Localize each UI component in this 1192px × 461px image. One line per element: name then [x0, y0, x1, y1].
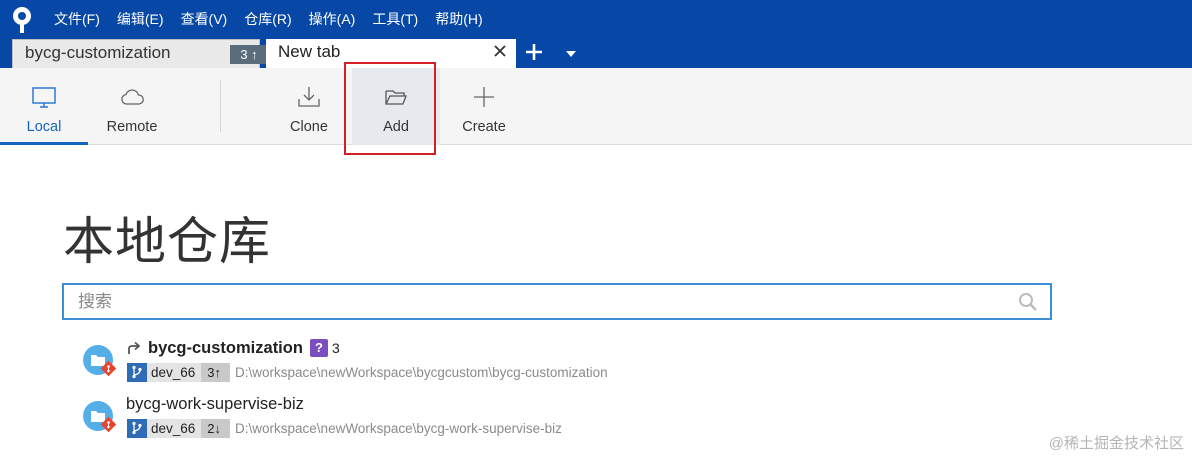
git-repo-icon	[83, 345, 117, 377]
create-label: Create	[462, 119, 506, 135]
toolbar-divider	[220, 80, 221, 132]
search-input[interactable]	[78, 289, 978, 314]
tab-bycg-customization[interactable]: bycg-customization 3 ↑	[12, 39, 268, 68]
search-box[interactable]	[62, 283, 1052, 320]
behind-count: 2↓	[201, 418, 231, 438]
sourcetree-logo-icon	[13, 7, 31, 33]
repo-name: bycg-work-supervise-biz	[126, 394, 304, 413]
page-title: 本地仓库	[63, 213, 272, 270]
watermark: @稀土掘金技术社区	[1048, 435, 1184, 452]
branch-icon	[127, 418, 147, 438]
branch-name: dev_66	[147, 418, 202, 438]
repo-path: D:\workspace\newWorkspace\bycgcustom\byc…	[235, 364, 608, 380]
branch-icon	[127, 362, 147, 382]
remote-button[interactable]: Remote	[88, 68, 176, 145]
menu-repository[interactable]: 仓库(R)	[244, 9, 291, 29]
menu-tools[interactable]: 工具(T)	[372, 9, 418, 29]
local-label: Local	[26, 119, 62, 135]
repo-path: D:\workspace\newWorkspace\bycg-work-supe…	[235, 420, 562, 436]
local-button[interactable]: Local	[0, 68, 88, 145]
list-item[interactable]: bycg-work-supervise-biz dev_66 2↓ D:\wor…	[82, 392, 782, 440]
toolbar: Local Remote Clone Add Create	[0, 68, 1192, 145]
remote-label: Remote	[106, 119, 158, 135]
close-icon[interactable]	[492, 43, 508, 59]
ahead-count: 3↑	[201, 362, 231, 382]
highlight-box	[344, 62, 436, 155]
redirect-arrow-icon	[128, 341, 141, 354]
branch-name: dev_66	[147, 362, 202, 382]
menu-view[interactable]: 查看(V)	[181, 9, 228, 29]
menu-help[interactable]: 帮助(H)	[435, 9, 482, 29]
menu-edit[interactable]: 编辑(E)	[117, 9, 164, 29]
repo-meta: dev_66 2↓ D:\workspace\newWorkspace\bycg…	[127, 418, 562, 438]
ahead-count-badge: 3 ↑	[230, 45, 268, 64]
menu-actions[interactable]: 操作(A)	[309, 9, 356, 29]
chevron-down-icon[interactable]	[565, 50, 577, 58]
cloud-icon	[121, 89, 144, 105]
unknown-status-badge: ?	[309, 339, 328, 357]
title-bar: 文件(F) 编辑(E) 查看(V) 仓库(R) 操作(A) 工具(T) 帮助(H…	[0, 0, 1192, 68]
clone-label: Clone	[290, 119, 328, 135]
menu-file[interactable]: 文件(F)	[54, 9, 100, 29]
list-item[interactable]: bycg-customization ? 3 dev_66 3↑ D:\work…	[82, 336, 782, 384]
repo-name-row: bycg-customization ? 3	[126, 337, 340, 359]
monitor-icon	[32, 87, 56, 108]
git-repo-icon	[83, 401, 117, 433]
create-button[interactable]: Create	[440, 68, 528, 145]
tab-label: bycg-customization	[25, 43, 171, 62]
menu-bar: 文件(F) 编辑(E) 查看(V) 仓库(R) 操作(A) 工具(T) 帮助(H…	[54, 9, 500, 29]
repo-name-row: bycg-work-supervise-biz	[126, 393, 304, 415]
change-count: 3	[331, 340, 340, 356]
download-icon	[298, 87, 320, 107]
add-tab-icon[interactable]	[524, 42, 544, 62]
repo-name: bycg-customization	[148, 338, 303, 357]
search-icon[interactable]	[1018, 292, 1038, 312]
tab-label: New tab	[278, 42, 341, 61]
repo-meta: dev_66 3↑ D:\workspace\newWorkspace\bycg…	[127, 362, 608, 382]
plus-icon	[474, 87, 494, 107]
clone-button[interactable]: Clone	[265, 68, 353, 145]
